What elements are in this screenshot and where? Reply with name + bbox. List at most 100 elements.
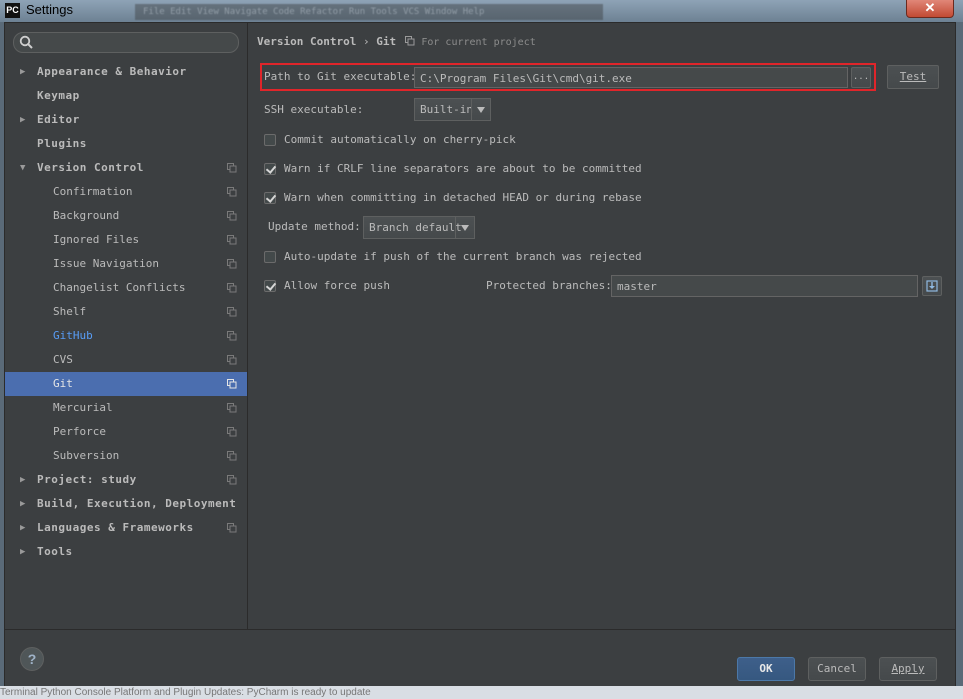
project-scope-icon [227, 403, 237, 413]
background-ide-menubar: File Edit View Navigate Code Refactor Ru… [135, 4, 603, 20]
sidebar-item-project-study[interactable]: ▶ Project: study [5, 468, 247, 492]
collapsed-arrow-icon[interactable]: ▶ [20, 108, 30, 132]
sidebar-item-build-execution-deployment[interactable]: ▶ Build, Execution, Deployment [5, 492, 247, 516]
sidebar-item-label: Appearance & Behavior [37, 65, 187, 78]
update-method-label: Update method: [268, 220, 361, 233]
collapsed-arrow-icon[interactable]: ▶ [20, 492, 30, 516]
ok-button[interactable]: OK [737, 657, 795, 681]
project-scope-icon [227, 307, 237, 317]
sidebar-item-github[interactable]: GitHub [5, 324, 247, 348]
auto-update-label: Auto-update if push of the current branc… [284, 250, 642, 263]
sidebar-item-label: Keymap [37, 89, 80, 102]
search-icon [19, 35, 33, 49]
allow-force-push-checkbox[interactable] [264, 280, 276, 292]
sidebar-item-ignored-files[interactable]: Ignored Files [5, 228, 247, 252]
close-window-button[interactable]: ✕ [906, 0, 954, 18]
expand-icon [926, 280, 938, 292]
protected-branches-field[interactable]: master [611, 275, 918, 297]
breadcrumb-separator: › [362, 35, 370, 48]
collapsed-arrow-icon[interactable]: ▶ [20, 60, 30, 84]
project-scope-icon [227, 523, 237, 533]
settings-dialog: ▶ Appearance & Behavior Keymap ▶ Editor Plugi… [4, 22, 956, 688]
settings-sidebar: ▶ Appearance & Behavior Keymap ▶ Editor Plugi… [5, 23, 248, 629]
sidebar-item-git[interactable]: Git [5, 372, 247, 396]
sidebar-item-languages-frameworks[interactable]: ▶ Languages & Frameworks [5, 516, 247, 540]
window-title: Settings [26, 2, 73, 17]
sidebar-item-label: Ignored Files [53, 233, 140, 246]
allow-force-push-label: Allow force push [284, 279, 390, 292]
background-status-bar: Terminal Python Console Platform and Plu… [0, 686, 963, 699]
update-method-select[interactable]: Branch default [363, 216, 475, 239]
project-scope-icon [227, 163, 237, 173]
update-method-value: Branch default [369, 221, 462, 234]
commit-cherry-pick-label: Commit automatically on cherry-pick [284, 133, 516, 146]
sidebar-item-label: Confirmation [53, 185, 133, 198]
git-settings-panel: Version Control › Git For current projec… [248, 23, 955, 629]
sidebar-item-label: Changelist Conflicts [53, 281, 186, 294]
sidebar-item-label: Background [53, 209, 120, 222]
project-scope-icon [227, 451, 237, 461]
auto-update-checkbox[interactable] [264, 251, 276, 263]
browse-button[interactable]: ... [851, 67, 871, 88]
sidebar-item-perforce[interactable]: Perforce [5, 420, 247, 444]
git-path-label: Path to Git executable: [264, 70, 417, 83]
sidebar-item-changelist-conflicts[interactable]: Changelist Conflicts [5, 276, 247, 300]
sidebar-item-subversion[interactable]: Subversion [5, 444, 247, 468]
sidebar-item-background[interactable]: Background [5, 204, 247, 228]
expanded-arrow-icon[interactable]: ▼ [20, 156, 30, 180]
project-scope-icon [227, 331, 237, 341]
collapsed-arrow-icon[interactable]: ▶ [20, 468, 30, 492]
sidebar-item-mercurial[interactable]: Mercurial [5, 396, 247, 420]
project-scope-icon [227, 283, 237, 293]
ssh-executable-value: Built-in [420, 103, 473, 116]
sidebar-item-label: Mercurial [53, 401, 113, 414]
sidebar-item-appearance-behavior[interactable]: ▶ Appearance & Behavior [5, 60, 247, 84]
ssh-executable-label: SSH executable: [264, 103, 364, 116]
breadcrumb-scope-note: For current project [421, 37, 536, 48]
sidebar-item-label: Project: study [37, 473, 137, 486]
project-scope-icon [227, 259, 237, 269]
sidebar-item-label: Shelf [53, 305, 87, 318]
dialog-footer: ? OK Cancel Apply [5, 629, 955, 688]
sidebar-item-cvs[interactable]: CVS [5, 348, 247, 372]
warn-detached-head-checkbox[interactable] [264, 192, 276, 204]
sidebar-item-label: Subversion [53, 449, 120, 462]
sidebar-item-editor[interactable]: ▶ Editor [5, 108, 247, 132]
sidebar-item-label: Tools [37, 545, 73, 558]
apply-button[interactable]: Apply [879, 657, 937, 681]
sidebar-item-label: GitHub [53, 329, 93, 342]
sidebar-item-shelf[interactable]: Shelf [5, 300, 247, 324]
project-scope-icon [227, 211, 237, 221]
collapsed-arrow-icon[interactable]: ▶ [20, 540, 30, 564]
sidebar-item-label: Git [53, 377, 73, 390]
cancel-button[interactable]: Cancel [808, 657, 866, 681]
collapsed-arrow-icon[interactable]: ▶ [20, 516, 30, 540]
sidebar-item-label: Build, Execution, Deployment [37, 497, 237, 510]
sidebar-item-label: Plugins [37, 137, 87, 150]
warn-crlf-checkbox[interactable] [264, 163, 276, 175]
warn-detached-head-label: Warn when committing in detached HEAD or… [284, 191, 642, 204]
sidebar-item-confirmation[interactable]: Confirmation [5, 180, 247, 204]
chevron-down-icon [471, 99, 490, 120]
sidebar-item-label: Languages & Frameworks [37, 521, 194, 534]
sidebar-item-label: Perforce [53, 425, 106, 438]
sidebar-item-label: Editor [37, 113, 80, 126]
sidebar-item-version-control[interactable]: ▼ Version Control [5, 156, 247, 180]
sidebar-item-tools[interactable]: ▶ Tools [5, 540, 247, 564]
sidebar-item-issue-navigation[interactable]: Issue Navigation [5, 252, 247, 276]
git-path-field[interactable]: C:\Program Files\Git\cmd\git.exe [414, 67, 848, 88]
ssh-executable-select[interactable]: Built-in [414, 98, 491, 121]
sidebar-item-label: CVS [53, 353, 73, 366]
project-scope-icon [227, 355, 237, 365]
expand-field-button[interactable] [922, 276, 942, 296]
test-button[interactable]: Test [887, 65, 939, 89]
settings-search-input[interactable] [13, 32, 239, 53]
warn-crlf-label: Warn if CRLF line separators are about t… [284, 162, 642, 175]
protected-branches-label: Protected branches: [486, 279, 612, 292]
help-button[interactable]: ? [20, 647, 44, 671]
breadcrumb-page: Git [376, 35, 397, 48]
sidebar-item-label: Issue Navigation [53, 257, 159, 270]
sidebar-item-keymap[interactable]: Keymap [5, 84, 247, 108]
sidebar-item-plugins[interactable]: Plugins [5, 132, 247, 156]
commit-cherry-pick-checkbox[interactable] [264, 134, 276, 146]
